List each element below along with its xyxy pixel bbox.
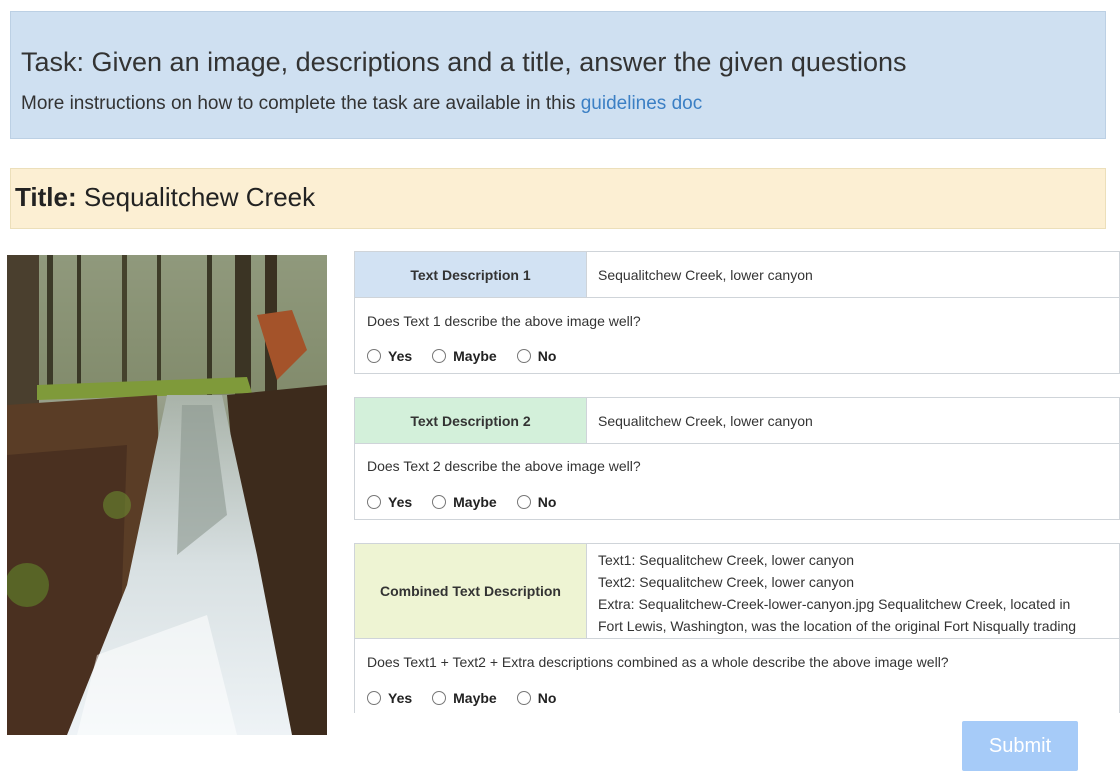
combined-line-extra: Extra: Sequalitchew-Creek-lower-canyon.j… — [598, 596, 1071, 612]
text-description-1-header: Text Description 1 — [355, 252, 587, 298]
option-label: Yes — [388, 494, 413, 510]
option-label: Yes — [388, 690, 413, 706]
option-label: No — [537, 494, 557, 510]
radio-icon[interactable] — [516, 691, 531, 705]
radio-icon[interactable] — [432, 495, 447, 509]
text-1-options: Yes Maybe No — [367, 348, 576, 364]
task-heading: Task: Given an image, descriptions and a… — [21, 47, 907, 77]
option-label: No — [537, 348, 557, 364]
text-description-2-header: Text Description 2 — [355, 398, 587, 444]
combined-question: Does Text1 + Text2 + Extra descriptions … — [367, 654, 949, 670]
radio-icon[interactable] — [367, 691, 381, 705]
guidelines-link[interactable]: guidelines doc — [581, 93, 702, 114]
text-2-option-yes[interactable]: Yes — [367, 494, 412, 510]
text-description-2-block: Text Description 2 Sequalitchew Creek, l… — [354, 397, 1120, 520]
title-value: Sequalitchew Creek — [83, 182, 316, 212]
combined-description-value: Text1: Sequalitchew Creek, lower canyon … — [587, 544, 1119, 639]
text-1-option-yes[interactable]: Yes — [367, 348, 412, 364]
radio-icon[interactable] — [432, 349, 447, 363]
title-label: Title: — [15, 182, 77, 212]
option-label: Maybe — [453, 690, 497, 706]
text-description-1-value: Sequalitchew Creek, lower canyon — [587, 252, 1119, 298]
text-2-option-no[interactable]: No — [516, 494, 557, 510]
radio-icon[interactable] — [367, 349, 381, 363]
text-2-options: Yes Maybe No — [367, 494, 576, 510]
radio-icon[interactable] — [516, 349, 531, 363]
instructions-text: More instructions on how to complete the… — [21, 93, 576, 114]
option-label: No — [537, 690, 557, 706]
task-banner: Task: Given an image, descriptions and a… — [10, 11, 1106, 139]
combined-line-extra-cont: Fort Lewis, Washington, was the location… — [598, 618, 1077, 634]
combined-description-header: Combined Text Description — [355, 544, 587, 639]
combined-option-no[interactable]: No — [516, 690, 557, 706]
text-description-1-block: Text Description 1 Sequalitchew Creek, l… — [354, 251, 1120, 374]
text-1-option-maybe[interactable]: Maybe — [432, 348, 497, 364]
text-description-2-value: Sequalitchew Creek, lower canyon — [587, 398, 1119, 444]
radio-icon[interactable] — [432, 691, 447, 705]
text-2-question: Does Text 2 describe the above image wel… — [367, 458, 641, 474]
combined-option-maybe[interactable]: Maybe — [432, 690, 497, 706]
radio-icon[interactable] — [367, 495, 381, 509]
option-label: Yes — [388, 348, 413, 364]
combined-line-text1: Text1: Sequalitchew Creek, lower canyon — [598, 552, 855, 568]
creek-photo — [7, 255, 327, 735]
submit-button[interactable]: Submit — [962, 721, 1078, 771]
title-bar: Title: Sequalitchew Creek — [10, 168, 1106, 229]
text-1-option-no[interactable]: No — [516, 348, 557, 364]
combined-description-block: Combined Text Description Text1: Sequali… — [354, 543, 1120, 713]
task-instructions: More instructions on how to complete the… — [21, 93, 702, 115]
combined-line-text2: Text2: Sequalitchew Creek, lower canyon — [598, 574, 855, 590]
option-label: Maybe — [453, 348, 497, 364]
option-label: Maybe — [453, 494, 497, 510]
combined-options: Yes Maybe No — [367, 690, 576, 706]
text-1-question: Does Text 1 describe the above image wel… — [367, 313, 641, 329]
title-content: Title: Sequalitchew Creek — [15, 182, 315, 213]
text-2-option-maybe[interactable]: Maybe — [432, 494, 497, 510]
combined-option-yes[interactable]: Yes — [367, 690, 412, 706]
radio-icon[interactable] — [516, 495, 531, 509]
